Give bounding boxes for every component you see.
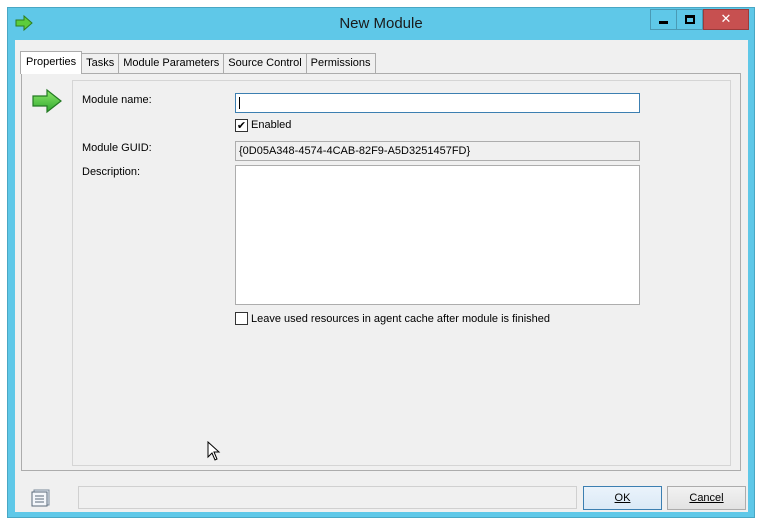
- properties-tab-panel: Module name: ✔ Enabled Module GUID: {0D0…: [21, 73, 741, 471]
- green-arrow-icon: [32, 88, 62, 114]
- leave-resources-label: Leave used resources in agent cache afte…: [251, 313, 551, 325]
- maximize-icon: [684, 15, 695, 24]
- description-textarea[interactable]: [235, 165, 640, 305]
- text-caret: [239, 97, 240, 109]
- leave-resources-checkbox[interactable]: [235, 312, 248, 325]
- mouse-pointer-icon: [207, 441, 221, 461]
- close-icon: ✕: [720, 12, 732, 27]
- list-view-icon[interactable]: [31, 489, 51, 507]
- ok-button[interactable]: OK: [583, 486, 662, 510]
- dialog-client-area: Properties Tasks Module Parameters Sourc…: [15, 40, 748, 512]
- cancel-button-label: Cancel: [689, 492, 724, 504]
- module-guid-field: {0D05A348-4574-4CAB-82F9-A5D3251457FD}: [235, 141, 640, 161]
- maximize-button[interactable]: [676, 9, 703, 30]
- ok-button-label: OK: [614, 492, 631, 504]
- module-guid-label: Module GUID:: [82, 142, 152, 154]
- cancel-button[interactable]: Cancel: [667, 486, 746, 510]
- new-module-window: New Module ✕ Properties Tasks Module Par…: [7, 7, 755, 518]
- status-field: [78, 486, 577, 509]
- tab-tasks[interactable]: Tasks: [81, 53, 120, 73]
- properties-form: Module name: ✔ Enabled Module GUID: {0D0…: [72, 80, 731, 466]
- module-name-label: Module name:: [82, 94, 152, 106]
- minimize-icon: [659, 21, 668, 24]
- title-bar[interactable]: New Module ✕: [8, 8, 754, 40]
- tab-module-parameters[interactable]: Module Parameters: [118, 53, 225, 73]
- description-label: Description:: [82, 166, 141, 178]
- tab-properties[interactable]: Properties: [20, 51, 83, 74]
- enabled-checkbox[interactable]: ✔: [235, 119, 248, 132]
- close-button[interactable]: ✕: [703, 9, 749, 30]
- window-title: New Module: [339, 15, 423, 32]
- tab-permissions[interactable]: Permissions: [305, 53, 376, 73]
- module-name-input[interactable]: [235, 93, 640, 113]
- tab-strip: Properties Tasks Module Parameters Sourc…: [20, 51, 376, 74]
- enabled-label: Enabled: [251, 119, 292, 131]
- tab-source-control[interactable]: Source Control: [223, 53, 307, 73]
- minimize-button[interactable]: [650, 9, 676, 30]
- checkmark-icon: ✔: [236, 119, 247, 132]
